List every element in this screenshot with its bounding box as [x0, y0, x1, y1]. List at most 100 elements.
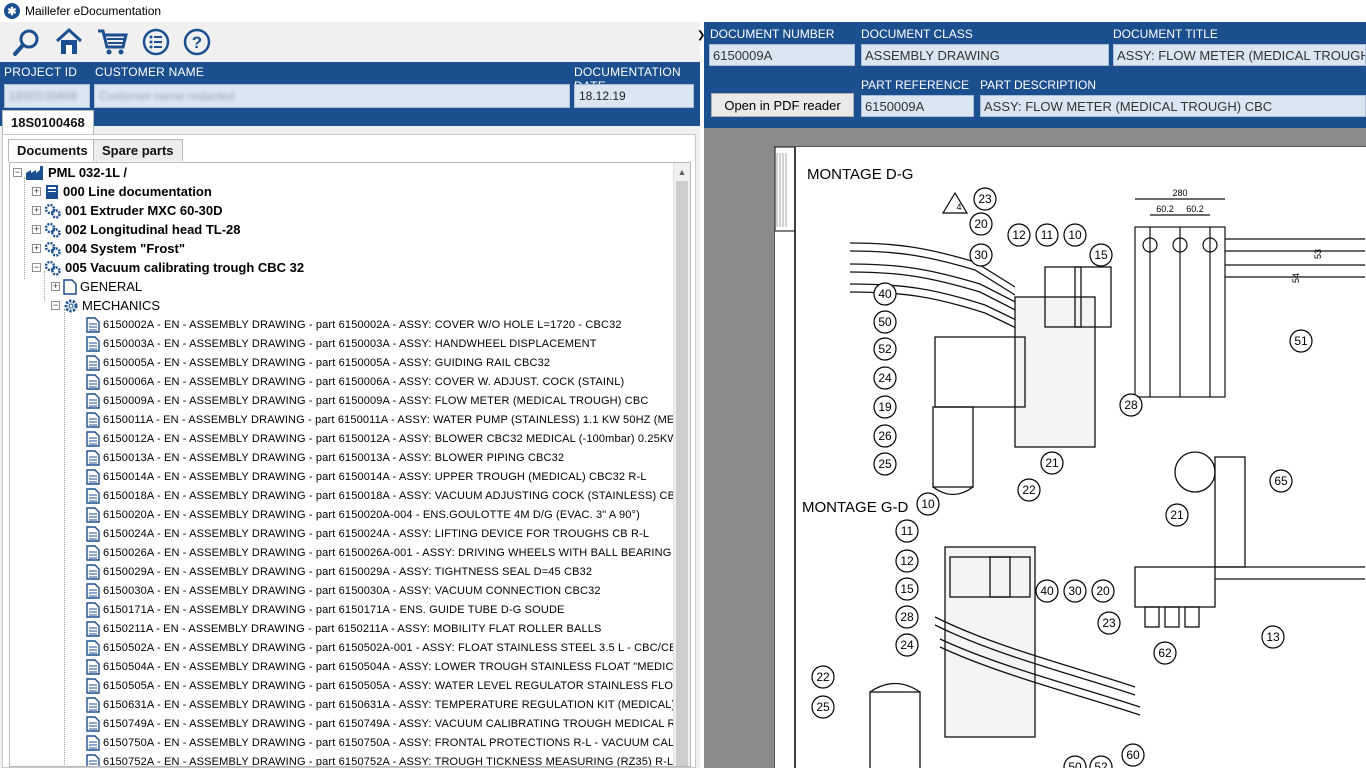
document-row-label: 6150171A - EN - ASSEMBLY DRAWING - part … [103, 603, 565, 616]
document-icon [86, 411, 100, 428]
document-row-label: 6150211A - EN - ASSEMBLY DRAWING - part … [103, 622, 602, 635]
document-row[interactable]: 6150029A - EN - ASSEMBLY DRAWING - part … [86, 562, 675, 581]
callout-label: 25 [878, 457, 892, 471]
callout-label: 28 [900, 610, 914, 624]
callout-label: 40 [1040, 584, 1054, 598]
tab-spare-parts[interactable]: Spare parts [93, 139, 183, 161]
collapse-toggle[interactable]: − [51, 301, 60, 310]
tree-group-frost[interactable]: + 004 System "Frost" [32, 239, 675, 258]
tree-group-head[interactable]: + 002 Longitudinal head TL-28 [32, 220, 675, 239]
document-row[interactable]: 6150006A - EN - ASSEMBLY DRAWING - part … [86, 372, 675, 391]
document-icon [63, 278, 77, 295]
expand-toggle[interactable]: + [32, 206, 41, 215]
document-row[interactable]: 6150504A - EN - ASSEMBLY DRAWING - part … [86, 657, 675, 676]
tab-project[interactable]: 18S0100468 [2, 110, 94, 134]
document-row[interactable]: 6150211A - EN - ASSEMBLY DRAWING - part … [86, 619, 675, 638]
view-title-montage-gd: MONTAGE G-D [802, 499, 909, 516]
part-description-field[interactable]: ASSY: FLOW METER (MEDICAL TROUGH) CBC [980, 95, 1366, 117]
document-row[interactable]: 6150171A - EN - ASSEMBLY DRAWING - part … [86, 600, 675, 619]
document-title-field[interactable]: ASSY: FLOW METER (MEDICAL TROUGH) CBC [1113, 44, 1366, 66]
expand-toggle[interactable]: + [32, 187, 41, 196]
document-row[interactable]: 6150011A - EN - ASSEMBLY DRAWING - part … [86, 410, 675, 429]
document-icon [86, 525, 100, 542]
document-row[interactable]: 6150012A - EN - ASSEMBLY DRAWING - part … [86, 429, 675, 448]
document-row[interactable]: 6150018A - EN - ASSEMBLY DRAWING - part … [86, 486, 675, 505]
gears-icon [44, 260, 62, 276]
document-row-label: 6150029A - EN - ASSEMBLY DRAWING - part … [103, 565, 593, 578]
document-row[interactable]: 6150030A - EN - ASSEMBLY DRAWING - part … [86, 581, 675, 600]
callout-label: 23 [1102, 616, 1116, 630]
callout-label: 15 [900, 582, 914, 596]
document-row[interactable]: 6150026A - EN - ASSEMBLY DRAWING - part … [86, 543, 675, 562]
open-pdf-button[interactable]: Open in PDF reader [711, 93, 854, 117]
document-icon [86, 449, 100, 466]
document-row[interactable]: 6150002A - EN - ASSEMBLY DRAWING - part … [86, 315, 675, 334]
view-title-montage-dg: MONTAGE D-G [807, 166, 913, 183]
part-reference-label: PART REFERENCE [861, 78, 970, 92]
tree-group-line-docs[interactable]: + 000 Line documentation [32, 182, 675, 201]
document-row[interactable]: 6150505A - EN - ASSEMBLY DRAWING - part … [86, 676, 675, 695]
document-class-field[interactable]: ASSEMBLY DRAWING [861, 44, 1109, 66]
callout-label: 60 [1126, 748, 1140, 762]
scroll-up-icon[interactable]: ▲ [674, 163, 690, 180]
document-number-field[interactable]: 6150009A [709, 44, 855, 66]
technical-drawing[interactable]: MONTAGE D-G MONTAGE G-D 280 60.2 60.2 53… [774, 146, 1366, 768]
document-icon [86, 392, 100, 409]
document-icon [86, 506, 100, 523]
document-row[interactable]: 6150009A - EN - ASSEMBLY DRAWING - part … [86, 391, 675, 410]
help-button[interactable]: ? [180, 25, 214, 59]
document-row[interactable]: 6150631A - EN - ASSEMBLY DRAWING - part … [86, 695, 675, 714]
home-button[interactable] [52, 25, 86, 59]
tree-group-extruder[interactable]: + 001 Extruder MXC 60-30D [32, 201, 675, 220]
tree-scrollbar[interactable]: ▲ [673, 163, 690, 766]
document-row-label: 6150026A - EN - ASSEMBLY DRAWING - part … [103, 546, 672, 559]
document-icon [86, 734, 100, 751]
app-logo-icon: ✱ [4, 3, 20, 19]
callout-label: 22 [816, 670, 830, 684]
revision-triangle [941, 191, 969, 214]
document-row-label: 6150003A - EN - ASSEMBLY DRAWING - part … [103, 337, 597, 350]
callout-label: 24 [878, 371, 892, 385]
document-row[interactable]: 6150005A - EN - ASSEMBLY DRAWING - part … [86, 353, 675, 372]
document-row-label: 6150504A - EN - ASSEMBLY DRAWING - part … [103, 660, 675, 673]
search-button[interactable] [10, 25, 44, 59]
document-icon [86, 430, 100, 447]
collapse-toggle[interactable]: − [13, 168, 22, 177]
document-icon [86, 696, 100, 713]
callout-label: 15 [1094, 248, 1108, 262]
document-row[interactable]: 6150502A - EN - ASSEMBLY DRAWING - part … [86, 638, 675, 657]
tree-folder-general[interactable]: + GENERAL [51, 277, 675, 296]
document-row[interactable]: 6150013A - EN - ASSEMBLY DRAWING - part … [86, 448, 675, 467]
document-icon [86, 582, 100, 599]
collapse-toggle[interactable]: − [32, 263, 41, 272]
tree-group-label: 004 System "Frost" [65, 241, 185, 256]
document-row[interactable]: 6150749A - EN - ASSEMBLY DRAWING - part … [86, 714, 675, 733]
expand-toggle[interactable]: + [32, 225, 41, 234]
tab-documents[interactable]: Documents [8, 139, 97, 162]
documentation-date-field[interactable]: 18.12.19 [574, 84, 694, 108]
project-id-field[interactable]: 18S0100468 [4, 84, 90, 108]
document-row[interactable]: 6150003A - EN - ASSEMBLY DRAWING - part … [86, 334, 675, 353]
document-row[interactable]: 6150024A - EN - ASSEMBLY DRAWING - part … [86, 524, 675, 543]
document-row[interactable]: 6150752A - EN - ASSEMBLY DRAWING - part … [86, 752, 675, 766]
customer-name-field[interactable]: Customer name redacted [94, 84, 570, 108]
scroll-thumb[interactable] [676, 181, 688, 766]
document-row-label: 6150009A - EN - ASSEMBLY DRAWING - part … [103, 394, 649, 407]
callout-label: 21 [1170, 508, 1184, 522]
document-row[interactable]: 6150014A - EN - ASSEMBLY DRAWING - part … [86, 467, 675, 486]
callout-label: 10 [1068, 228, 1082, 242]
callout-label: 21 [1045, 456, 1059, 470]
document-row-label: 6150631A - EN - ASSEMBLY DRAWING - part … [103, 698, 675, 711]
document-row-label: 6150006A - EN - ASSEMBLY DRAWING - part … [103, 375, 625, 388]
tree-folder-mechanics[interactable]: − MECHANICS [51, 296, 675, 315]
document-row-label: 6150012A - EN - ASSEMBLY DRAWING - part … [103, 432, 675, 445]
document-row[interactable]: 6150750A - EN - ASSEMBLY DRAWING - part … [86, 733, 675, 752]
list-button[interactable] [139, 25, 173, 59]
tree-group-vacuum[interactable]: − 005 Vacuum calibrating trough CBC 32 [32, 258, 675, 277]
document-row[interactable]: 6150020A - EN - ASSEMBLY DRAWING - part … [86, 505, 675, 524]
expand-toggle[interactable]: + [51, 282, 60, 291]
part-reference-field[interactable]: 6150009A [861, 95, 974, 117]
cart-button[interactable] [95, 25, 129, 59]
expand-toggle[interactable]: + [32, 244, 41, 253]
tree-root[interactable]: − PML 032-1L / [13, 163, 675, 182]
